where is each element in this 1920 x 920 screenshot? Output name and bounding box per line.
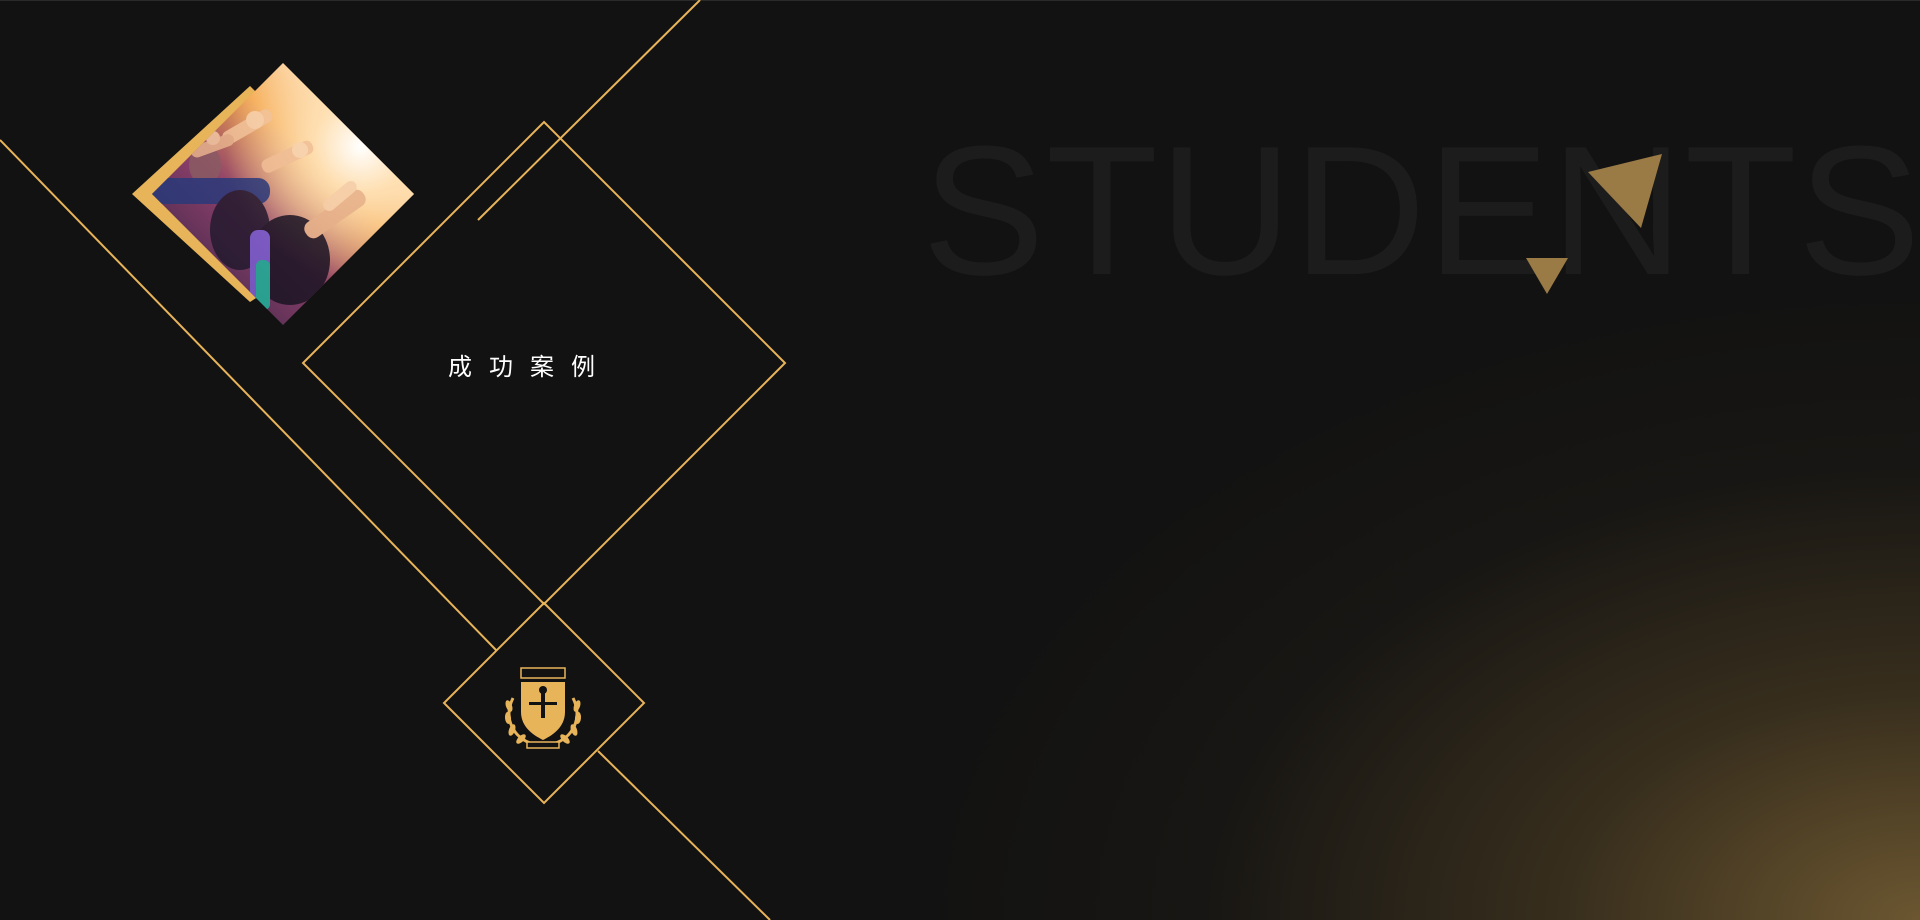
triangle-large [1588,154,1662,228]
diagonal-line-top [477,0,701,221]
section-title: 成功案例 [448,353,612,381]
triangle-small [1526,258,1568,294]
photo-diamond [152,63,414,325]
diagonal-line-bottom [597,750,771,920]
decor-layer [0,0,1662,920]
university-crest-icon [504,667,582,749]
slide: STUDENTS 成功案例 [0,0,1920,920]
